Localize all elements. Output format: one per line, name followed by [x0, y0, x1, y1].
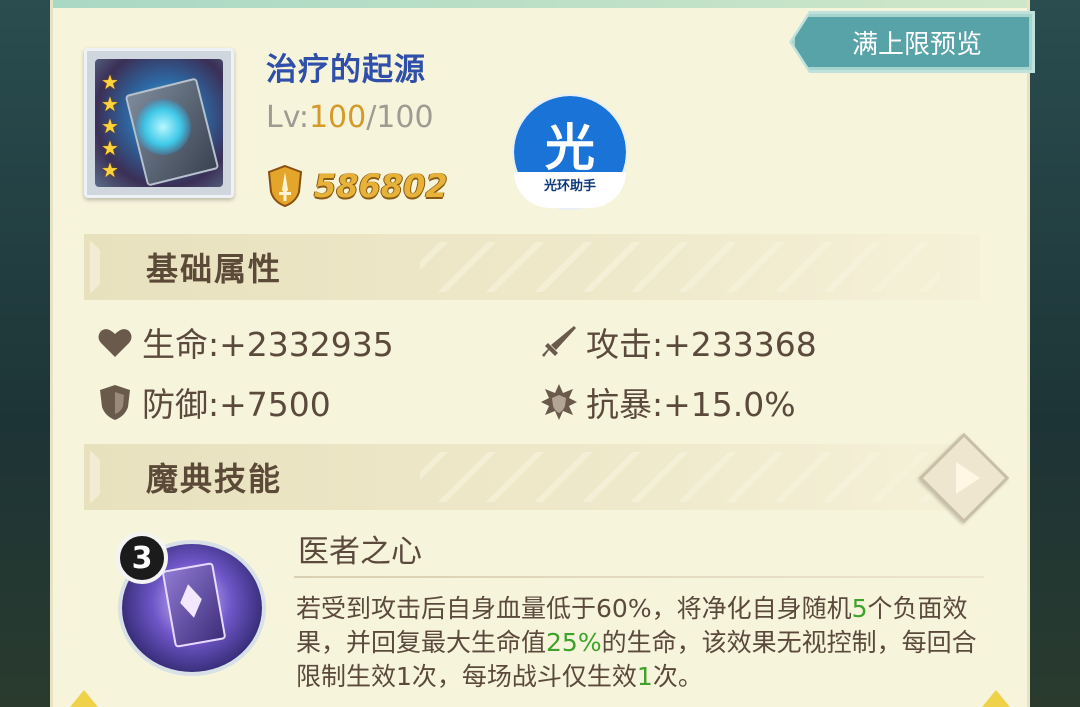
skill-desc-highlight: 1: [636, 662, 653, 691]
stat-defense: 防御:+7500: [96, 380, 331, 424]
item-name: 治疗的起源: [266, 52, 426, 88]
power-value: 586802: [314, 167, 448, 205]
star-icon: ★: [101, 136, 119, 160]
tome-skills-title: 魔典技能: [146, 460, 283, 498]
power-row: 586802: [266, 162, 448, 210]
item-icon-frame[interactable]: ★ ★ ★ ★ ★: [84, 48, 234, 198]
star-rating: ★ ★ ★ ★ ★: [101, 71, 123, 181]
stat-defense-text: 防御:+7500: [142, 385, 331, 424]
basic-attributes-title: 基础属性: [146, 250, 283, 288]
halo-assistant-logo: 光 光环助手: [514, 96, 626, 208]
tome-skills-header: 魔典技能: [84, 444, 980, 510]
skill-desc-highlight: 25%: [546, 628, 602, 657]
sword-icon: [542, 326, 576, 357]
header-decoration: [90, 240, 130, 294]
item-art: ★ ★ ★ ★ ★: [95, 59, 223, 187]
panel-top-border: [53, 0, 1027, 8]
logo-glyph: 光: [545, 119, 595, 177]
stat-hp: 生命:+2332935: [96, 320, 394, 364]
star-icon: ★: [101, 158, 119, 182]
corner-decoration-left: [70, 690, 98, 707]
star-icon: ★: [101, 70, 119, 94]
skill-level-badge: 3: [116, 532, 168, 584]
header-pattern: [420, 452, 940, 502]
sword-shield-icon: [267, 164, 303, 208]
header-decoration: [90, 450, 130, 504]
skill-name: 医者之心: [298, 534, 422, 570]
stat-attack: 攻击:+233368: [540, 320, 817, 364]
play-arrow-icon[interactable]: [956, 462, 980, 494]
header-pattern: [420, 242, 940, 292]
crit-resist-icon: [541, 384, 577, 420]
level-max: /100: [366, 100, 434, 135]
heart-icon: [98, 329, 132, 357]
item-level: Lv:100/100: [266, 100, 434, 135]
skill-desc-part: 次。: [652, 662, 703, 691]
skill-divider: [294, 576, 984, 578]
basic-attributes-header: 基础属性: [84, 234, 980, 300]
level-prefix: Lv:: [266, 100, 309, 135]
skill-description: 若受到攻击后自身血量低于60%，将净化自身随机5个负面效果，并回复最大生命值25…: [296, 592, 996, 694]
full-limit-preview-button[interactable]: 满上限预览: [792, 14, 1032, 70]
preview-button-label: 满上限预览: [851, 29, 982, 60]
corner-decoration-right: [982, 690, 1010, 707]
star-icon: ★: [101, 114, 119, 138]
stat-hp-text: 生命:+2332935: [142, 325, 394, 364]
star-icon: ★: [101, 92, 119, 116]
glowing-rune: [135, 99, 191, 155]
level-current: 100: [308, 100, 367, 135]
skill-desc-highlight: 5: [851, 594, 868, 623]
skill-desc-part: 若受到攻击后自身血量低于60%，将净化自身随机: [296, 594, 852, 623]
stat-crit-resist: 抗暴:+15.0%: [540, 380, 796, 424]
shield-icon: [100, 385, 130, 420]
stat-crit-resist-text: 抗暴:+15.0%: [586, 385, 796, 424]
stat-attack-text: 攻击:+233368: [586, 325, 817, 364]
